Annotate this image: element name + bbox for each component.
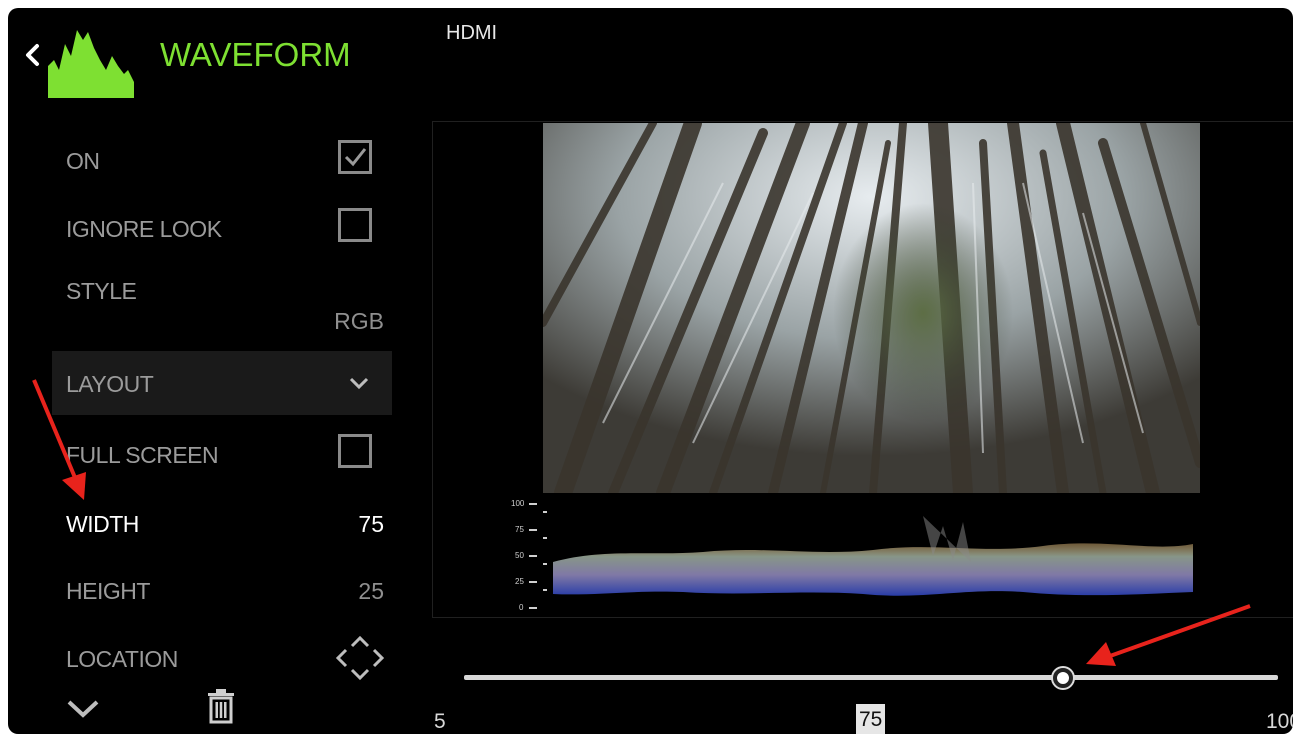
- menu-item-label: LAYOUT: [66, 371, 154, 397]
- scale-label-50: 50: [515, 551, 524, 560]
- trash-icon[interactable]: [206, 688, 236, 724]
- scale-tick: [529, 581, 537, 583]
- menu-item-label: HEIGHT: [66, 578, 150, 604]
- scale-label-100: 100: [511, 499, 525, 508]
- height-value: 25: [358, 578, 384, 604]
- scale-label-0: 0: [519, 603, 524, 612]
- scroll-down-chevron-icon[interactable]: [66, 698, 100, 720]
- menu-item-on[interactable]: ON: [52, 126, 392, 190]
- waveform-logo-icon: [48, 30, 134, 98]
- ignore-look-checkbox[interactable]: [338, 208, 372, 242]
- checkmark-icon: [344, 148, 367, 167]
- move-arrows-icon: [335, 635, 385, 681]
- menu-item-label: IGNORE LOOK: [66, 216, 222, 242]
- scale-tick: [529, 503, 537, 505]
- width-slider-track[interactable]: [464, 675, 1278, 680]
- monitor-screen: WAVEFORM HDMI ON IGNORE LOOK STYLE RGB L…: [8, 8, 1293, 734]
- chevron-left-icon[interactable]: [22, 40, 44, 70]
- menu-item-label: WIDTH: [66, 511, 139, 537]
- page-title: WAVEFORM: [160, 36, 351, 73]
- scale-label-75: 75: [515, 525, 524, 534]
- scale-label-25: 25: [515, 577, 524, 586]
- width-slider-thumb[interactable]: [1053, 668, 1073, 688]
- scale-tick: [529, 555, 537, 557]
- scale-tick: [529, 607, 537, 609]
- menu-item-full-screen[interactable]: FULL SCREEN: [52, 420, 392, 484]
- on-checkbox[interactable]: [338, 140, 372, 174]
- menu-item-style[interactable]: STYLE RGB: [52, 262, 392, 346]
- width-value: 75: [358, 511, 384, 537]
- menu-item-layout[interactable]: LAYOUT: [52, 351, 392, 415]
- slider-min-label: 5: [434, 710, 446, 733]
- waveform-monitor: [543, 496, 1200, 614]
- menu-item-label: LOCATION: [66, 646, 178, 672]
- slider-max-label: 100: [1266, 710, 1293, 733]
- menu-item-label: FULL SCREEN: [66, 442, 219, 468]
- menu-item-ignore-look[interactable]: IGNORE LOOK: [52, 194, 392, 258]
- menu-item-location[interactable]: LOCATION: [52, 626, 392, 690]
- menu-item-width[interactable]: WIDTH 75: [52, 489, 392, 553]
- scale-tick: [529, 529, 537, 531]
- menu-item-label: ON: [66, 148, 100, 174]
- slider-value-label: 75: [856, 704, 886, 734]
- full-screen-checkbox[interactable]: [338, 434, 372, 468]
- chevron-down-icon: [349, 377, 369, 390]
- menu-item-height[interactable]: HEIGHT 25: [52, 558, 392, 622]
- camera-preview-image: [543, 123, 1200, 493]
- style-value: RGB: [334, 308, 384, 334]
- menu-item-label: STYLE: [66, 278, 137, 304]
- source-label: HDMI: [446, 22, 498, 44]
